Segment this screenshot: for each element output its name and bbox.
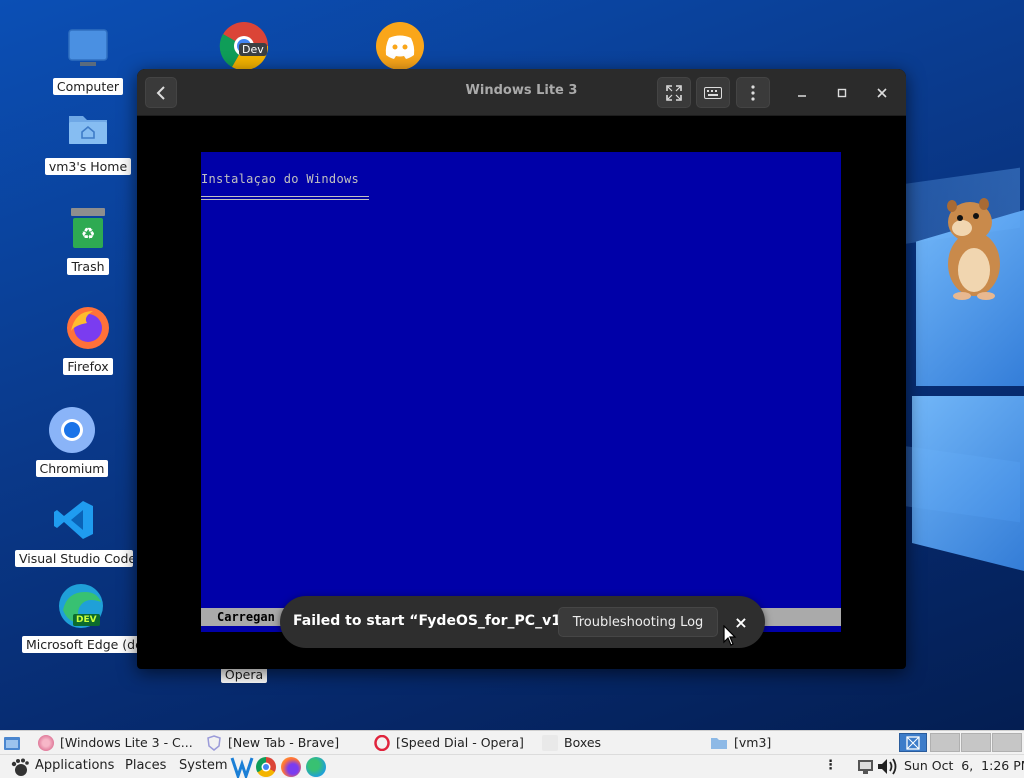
- desktop-icon-discord[interactable]: [376, 22, 424, 70]
- home-folder-icon: [64, 104, 112, 152]
- minimize-icon: [798, 94, 806, 97]
- network-icon[interactable]: [857, 758, 874, 775]
- panel-more-button[interactable]: ⋮: [824, 758, 837, 773]
- desktop-icon-chromium[interactable]: Chromium: [12, 406, 132, 477]
- system-menu[interactable]: System: [179, 758, 227, 773]
- window-list-panel: [Windows Lite 3 - C... [New Tab - Brave]…: [0, 730, 1024, 754]
- close-window-button[interactable]: [869, 77, 895, 108]
- show-desktop-icon: [4, 737, 20, 750]
- desktop-icon-chrome-dev[interactable]: Dev: [219, 21, 269, 71]
- fullscreen-icon: [666, 84, 682, 101]
- vscode-icon: [50, 496, 98, 544]
- applications-menu[interactable]: Applications: [35, 758, 114, 773]
- task-label: [New Tab - Brave]: [228, 735, 340, 750]
- keyboard-icon: [704, 86, 722, 99]
- minimize-button[interactable]: [789, 77, 815, 108]
- show-desktop-button[interactable]: [3, 734, 21, 752]
- folder-icon: [711, 737, 727, 749]
- dev-badge: DEV: [73, 614, 100, 626]
- setup-title-underline: [201, 196, 369, 200]
- vm-guest-display[interactable]: Instalaçao do Windows Carregan: [201, 152, 841, 632]
- keyboard-button[interactable]: [696, 77, 730, 108]
- workspace-switcher[interactable]: [897, 731, 1024, 755]
- desktop-icon-home[interactable]: vm3's Home: [28, 104, 148, 175]
- desktop-icon-vscode[interactable]: Visual Studio Code: [14, 496, 134, 567]
- desktop-icon-firefox[interactable]: Firefox: [28, 304, 148, 375]
- chromium-icon: [48, 406, 96, 454]
- fullscreen-button[interactable]: [657, 77, 691, 108]
- firefox-icon: [64, 304, 112, 352]
- main-panel: Applications Places System ⋮ Sun Oct 6, …: [0, 754, 1024, 778]
- workspace-1[interactable]: [899, 733, 927, 752]
- error-toast: Failed to start “FydeOS_for_PC_v18” Trou…: [280, 596, 765, 648]
- desktop-icon-label: Computer: [52, 78, 124, 95]
- discord-icon: [376, 22, 424, 70]
- close-icon: [877, 87, 887, 98]
- desktop-icon-edge-dev[interactable]: DEV Microsoft Edge (de: [20, 582, 142, 653]
- desktop-icon-label: vm3's Home: [44, 158, 132, 175]
- trash-icon: ♻: [64, 204, 112, 252]
- places-menu[interactable]: Places: [125, 758, 166, 773]
- task-brave[interactable]: [New Tab - Brave]: [206, 731, 366, 754]
- workspace-2[interactable]: [930, 733, 960, 752]
- task-label: [vm3]: [734, 735, 772, 750]
- setup-title: Instalaçao do Windows: [201, 172, 360, 186]
- desktop-icon-label: Visual Studio Code: [15, 550, 133, 567]
- gnome-foot-icon[interactable]: [10, 758, 30, 777]
- boxes-vm-window: Windows Lite 3 Instalaçao do Windows Car…: [137, 69, 906, 669]
- mouse-cursor-icon: [723, 624, 737, 651]
- workspace-3[interactable]: [961, 733, 991, 752]
- task-opera[interactable]: [Speed Dial - Opera]: [374, 731, 534, 754]
- desktop-icon-computer[interactable]: Computer: [28, 24, 148, 95]
- desktop-icon-label: Trash: [67, 258, 109, 275]
- brave-icon: [207, 734, 221, 751]
- dev-badge: Dev: [239, 43, 267, 56]
- desktop-icon-label: Chromium: [35, 460, 109, 477]
- desktop-icon-label: Firefox: [63, 358, 113, 375]
- chrome-icon: [261, 762, 271, 772]
- task-boxes[interactable]: Boxes: [542, 731, 702, 754]
- boxes-app-icon: [38, 734, 54, 751]
- kebab-menu-icon: [751, 84, 755, 101]
- maximize-button[interactable]: [829, 77, 855, 108]
- task-label: [Windows Lite 3 - C...: [60, 735, 193, 750]
- clock[interactable]: Sun Oct 6, 1:26 PM: [904, 758, 1024, 773]
- boxes-icon: [542, 734, 558, 751]
- firefox-launcher[interactable]: [281, 757, 301, 777]
- edge-dev-icon: DEV: [57, 582, 105, 630]
- opera-icon: [374, 734, 390, 751]
- desktop-icon-label: Microsoft Edge (de: [22, 636, 140, 653]
- edge-dev-launcher[interactable]: [306, 757, 326, 777]
- hamster-mascot-image: [940, 196, 1004, 300]
- setup-status-text: Carregan: [217, 610, 275, 624]
- computer-icon: [64, 24, 112, 72]
- task-windows-lite-3[interactable]: [Windows Lite 3 - C...: [38, 731, 200, 754]
- workspace-4[interactable]: [992, 733, 1022, 752]
- troubleshooting-log-button[interactable]: Troubleshooting Log: [558, 607, 718, 637]
- maximize-icon: [837, 88, 847, 97]
- vscode-icon: [230, 757, 254, 778]
- more-options-button[interactable]: [736, 77, 770, 108]
- window-thumbnail-icon: [906, 735, 920, 750]
- window-titlebar[interactable]: Windows Lite 3: [137, 69, 906, 116]
- task-label: Boxes: [564, 735, 602, 750]
- toast-message: Failed to start “FydeOS_for_PC_v18”: [293, 613, 580, 629]
- desktop-icon-trash[interactable]: ♻ Trash: [28, 204, 148, 275]
- svg-text:♻: ♻: [81, 224, 95, 243]
- task-label: [Speed Dial - Opera]: [396, 735, 524, 750]
- vscode-launcher[interactable]: [230, 756, 254, 778]
- chrome-launcher[interactable]: [256, 757, 276, 777]
- task-vm3-folder[interactable]: [vm3]: [710, 731, 870, 754]
- volume-icon[interactable]: [876, 757, 898, 776]
